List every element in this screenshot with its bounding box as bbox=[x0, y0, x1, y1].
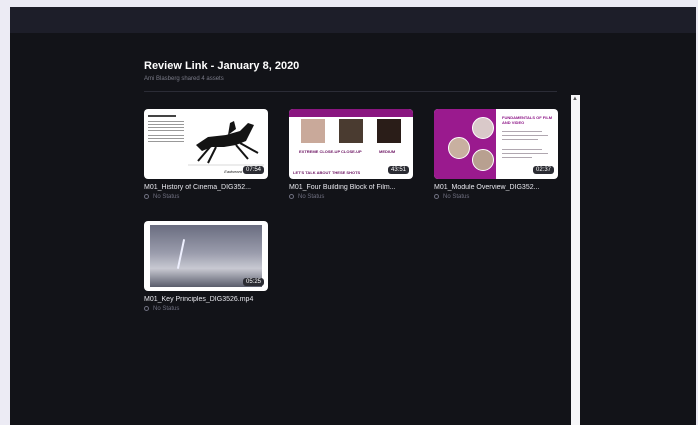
status-dot-icon bbox=[144, 194, 149, 199]
photo-circle bbox=[472, 149, 494, 171]
lightning-bolt bbox=[176, 239, 186, 269]
asset-title[interactable]: M01_Four Building Block of Film... bbox=[289, 184, 419, 191]
status-label: No Status bbox=[443, 194, 470, 201]
scroll-up-arrow-icon[interactable]: ▲ bbox=[572, 96, 578, 102]
duration-badge: 07:54 bbox=[242, 166, 264, 174]
header-divider bbox=[144, 91, 557, 92]
top-bar bbox=[10, 7, 696, 33]
slide-heading: FUNDAMENTALS OF FILM AND VIDEO bbox=[502, 115, 553, 125]
asset-status[interactable]: No Status bbox=[434, 194, 469, 200]
review-subtitle: Ami Blasberg shared 4 assets bbox=[144, 76, 224, 82]
shot-label: EXTREME CLOSE-UP bbox=[299, 149, 341, 154]
shot-label: CLOSE-UP bbox=[341, 149, 362, 154]
asset-status[interactable]: No Status bbox=[289, 194, 324, 200]
app-window: Review Link - January 8, 2020 Ami Blasbe… bbox=[10, 7, 696, 425]
shot-label: MEDIUM bbox=[379, 149, 396, 154]
shot-panel bbox=[377, 119, 401, 143]
status-label: No Status bbox=[298, 194, 325, 201]
status-dot-icon bbox=[289, 194, 294, 199]
asset-thumbnail[interactable]: 05:25 bbox=[144, 221, 268, 291]
status-label: No Status bbox=[153, 306, 180, 313]
slide-text-block bbox=[148, 115, 184, 144]
asset-title[interactable]: M01_Module Overview_DIG352... bbox=[434, 184, 564, 191]
status-dot-icon bbox=[434, 194, 439, 199]
status-dot-icon bbox=[144, 306, 149, 311]
review-title: Review Link - January 8, 2020 bbox=[144, 60, 300, 72]
asset-status[interactable]: No Status bbox=[144, 306, 179, 312]
asset-thumbnail[interactable]: EXTREME CLOSE-UP CLOSE-UP MEDIUM LET'S T… bbox=[289, 109, 413, 179]
shot-panel bbox=[301, 119, 325, 143]
shot-panel bbox=[339, 119, 363, 143]
thumb-footer-text: LET'S TALK ABOUT THESE SHOTS bbox=[293, 170, 361, 175]
duration-badge: 05:25 bbox=[242, 278, 264, 286]
horse-rider-image bbox=[188, 121, 264, 166]
asset-thumbnail[interactable]: FUNDAMENTALS OF FILM AND VIDEO 02:37 bbox=[434, 109, 558, 179]
duration-badge: 43:51 bbox=[387, 166, 409, 174]
duration-badge: 02:37 bbox=[532, 166, 554, 174]
status-label: No Status bbox=[153, 194, 180, 201]
asset-title[interactable]: M01_Key Principles_DIG3526.mp4 bbox=[144, 296, 274, 303]
thumb-band bbox=[289, 109, 413, 117]
photo-circle bbox=[448, 137, 470, 159]
photo-circle bbox=[472, 117, 494, 139]
asset-thumbnail[interactable]: Eadweard Muybridge 07:54 bbox=[144, 109, 268, 179]
asset-status[interactable]: No Status bbox=[144, 194, 179, 200]
asset-title[interactable]: M01_History of Cinema_DIG352... bbox=[144, 184, 274, 191]
scrollbar[interactable]: ▲ bbox=[571, 95, 580, 425]
